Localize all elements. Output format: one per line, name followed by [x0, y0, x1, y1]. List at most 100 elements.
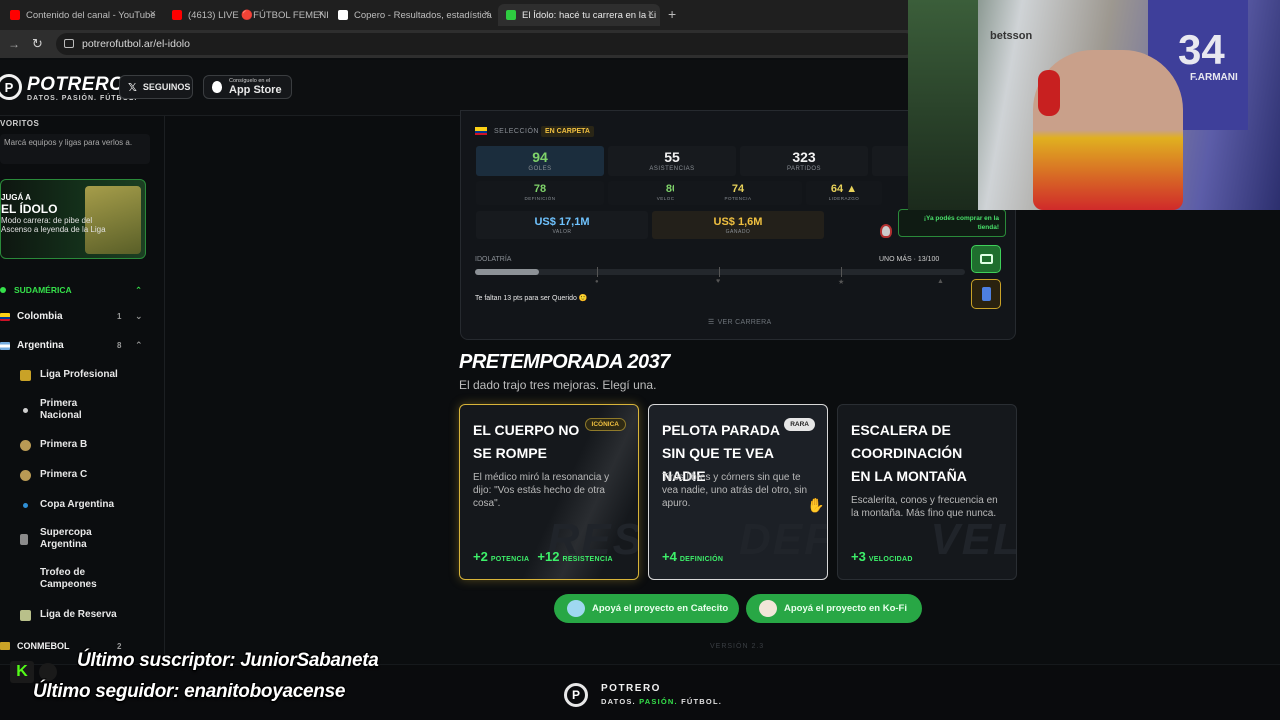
copero-icon — [338, 10, 348, 20]
promo-line-1: JUGÁ A — [1, 193, 31, 202]
upgrade-title: ESCALERA DE COORDINACIÓN EN LA MONTAÑA — [851, 422, 967, 485]
league-name: Supercopa Argentina — [40, 527, 92, 550]
sidebar-league-item[interactable]: Liga Profesional — [20, 369, 150, 381]
region-sudamerica[interactable]: SUDAMÉRICA ⌃ — [0, 281, 150, 299]
crown-icon: ▲ — [937, 278, 944, 285]
kofi-button[interactable]: Apoyá el proyecto en Ko-Fi — [746, 594, 922, 623]
sidebar-league-item[interactable]: Copa Argentina — [20, 499, 150, 511]
money-label: VALOR — [552, 229, 572, 235]
shop-tip[interactable]: ¡Ya podés comprar en la tienda! — [898, 209, 1006, 237]
attr-value: 64 ▲ — [830, 183, 858, 195]
upgrade-bonus: +2 POTENCIA +12 RESISTENCIA — [473, 549, 621, 564]
progress-hint: Te faltan 13 pts para ser Querido 🙂 — [475, 295, 588, 302]
inventory-button[interactable] — [971, 279, 1001, 309]
tick-mark — [719, 267, 720, 277]
sidebar-league-item[interactable]: Primera Nacional — [20, 398, 150, 422]
shop-icon — [980, 254, 993, 264]
site-info-icon[interactable] — [64, 39, 74, 48]
region-dot-icon — [0, 287, 6, 293]
favorites-hint: Marcá equipos y ligas para verlos a. — [0, 134, 150, 164]
sidebar-item-argentina[interactable]: Argentina 8 ⌃ — [0, 340, 150, 351]
browser-tab[interactable]: Contenido del canal - YouTube × — [2, 4, 162, 26]
tab-title: Contenido del canal - YouTube — [26, 9, 156, 21]
money-value: US$ 1,6M — [713, 216, 763, 228]
close-icon[interactable]: × — [484, 8, 490, 20]
cafecito-label: Apoyá el proyecto en Cafecito — [592, 603, 729, 614]
view-career-link[interactable]: ☰ VER CARRERA — [708, 318, 771, 326]
attr-power: 74 POTENCIA — [674, 181, 802, 205]
youtube-icon — [172, 10, 182, 20]
app-store-button[interactable]: Consíguelo en el App Store — [203, 75, 292, 99]
favorites-title: VORITOS — [0, 119, 40, 128]
close-icon[interactable]: × — [150, 8, 156, 20]
potrero-logo-icon[interactable]: P — [0, 74, 22, 100]
rarity-badge: ICÓNICA — [584, 418, 626, 431]
overlay-avatar — [39, 663, 57, 681]
url-field[interactable]: potrerofutbol.ar/el-idolo — [56, 33, 916, 55]
brand-name[interactable]: POTRERO — [27, 74, 124, 96]
stat-assists: 55 ASISTENCIAS — [608, 146, 736, 176]
browser-tab[interactable]: (4613) LIVE 🔴FÚTBOL FEMENI × — [164, 4, 330, 26]
stat-label: GOLES — [528, 166, 552, 172]
last-follower-overlay: Último seguidor: enanitoboyacense — [33, 681, 346, 702]
upgrade-card[interactable]: VEL ESCALERA DE COORDINACIÓN EN LA MONTA… — [837, 404, 1017, 580]
country-name: Argentina — [17, 340, 64, 351]
youtube-icon — [10, 10, 20, 20]
league-name: Primera B — [40, 439, 88, 450]
copa-argentina-icon — [23, 502, 28, 508]
sidebar-league-item[interactable]: Supercopa Argentina — [20, 527, 150, 551]
inventory-icon — [982, 287, 991, 301]
chevron-up-icon: ⌃ — [135, 284, 143, 295]
upgrade-card[interactable]: RES EL CUERPO NO SE ROMPE ICÓNICA El méd… — [459, 404, 639, 580]
cafecito-button[interactable]: Apoyá el proyecto en Cafecito — [554, 594, 739, 623]
mouse-cursor-icon: ✋ — [807, 497, 825, 513]
footer-brand: POTRERO — [601, 683, 661, 694]
el-idolo-promo[interactable]: JUGÁ A EL ÍDOLO Modo carrera: de pibe de… — [0, 179, 146, 259]
upgrade-card[interactable]: DEF PELOTA PARADA SIN QUE TE VEA NADIE R… — [648, 404, 828, 580]
reload-icon[interactable]: ↻ — [32, 36, 43, 52]
chevron-down-icon: ⌄ — [135, 311, 143, 321]
upgrade-title: EL CUERPO NO SE ROMPE — [473, 422, 580, 462]
conmebol-icon — [0, 642, 10, 650]
country-count: 1 — [117, 312, 122, 321]
sidebar-league-item[interactable]: Primera C — [20, 469, 150, 481]
headphones-icon — [1038, 70, 1060, 116]
bonus-stat: POTENCIA — [490, 556, 530, 563]
follow-button[interactable]: 𝕏 SEGUINOS — [119, 75, 193, 99]
tick-mark — [841, 267, 842, 277]
idolatry-status: UNO MÁS · 13/100 — [879, 256, 940, 263]
idolatry-label: IDOLATRÍA — [475, 256, 512, 263]
footer-tagline-1: DATOS. — [601, 697, 636, 706]
sidebar-league-item[interactable]: Primera B — [20, 439, 150, 451]
close-icon[interactable]: × — [648, 8, 654, 20]
star-icon: ★ — [838, 279, 845, 286]
new-tab-button[interactable]: + — [668, 6, 676, 22]
shop-button[interactable] — [971, 245, 1001, 273]
colombia-flag-icon — [0, 312, 10, 321]
league-name: Copa Argentina — [40, 499, 115, 510]
bonus-value: +4 — [662, 549, 677, 564]
jersey-name: F.ARMANI — [1190, 72, 1238, 83]
attr-value: 78 — [533, 183, 547, 195]
browser-tab[interactable]: Copero - Resultados, estadística × — [330, 4, 496, 26]
attr-definition: 78 DEFINICIÓN — [476, 181, 604, 205]
idolatry-progress-track: ● ♥ ★ ▲ — [475, 267, 965, 286]
browser-tab-active[interactable]: El Ídolo: hacé tu carrera en la Li × — [498, 4, 660, 26]
sidebar-league-item[interactable]: Liga de Reserva — [20, 609, 150, 621]
liga-profesional-icon — [20, 369, 31, 381]
bonus-value: +2 — [473, 549, 488, 564]
webcam-overlay: betsson 34 F.ARMANI — [908, 0, 1280, 210]
upgrade-bonus: +4 DEFINICIÓN — [662, 549, 731, 564]
selection-label: SELECCIÓN — [494, 128, 539, 135]
sidebar-league-item[interactable]: Trofeo de Campeones — [20, 567, 150, 591]
forward-icon[interactable]: → — [8, 37, 20, 51]
stat-extra — [872, 146, 912, 176]
x-logo-icon: 𝕏 — [128, 81, 137, 94]
close-icon[interactable]: × — [318, 8, 324, 20]
sidebar-item-colombia[interactable]: Colombia 1 ⌄ — [0, 311, 150, 322]
tick-mark — [597, 267, 598, 277]
follow-label: SEGUINOS — [142, 82, 191, 92]
money-value: US$ 17,1M — [534, 216, 590, 228]
bonus-value: +3 — [851, 549, 866, 564]
kick-logo-icon: K — [10, 661, 34, 683]
